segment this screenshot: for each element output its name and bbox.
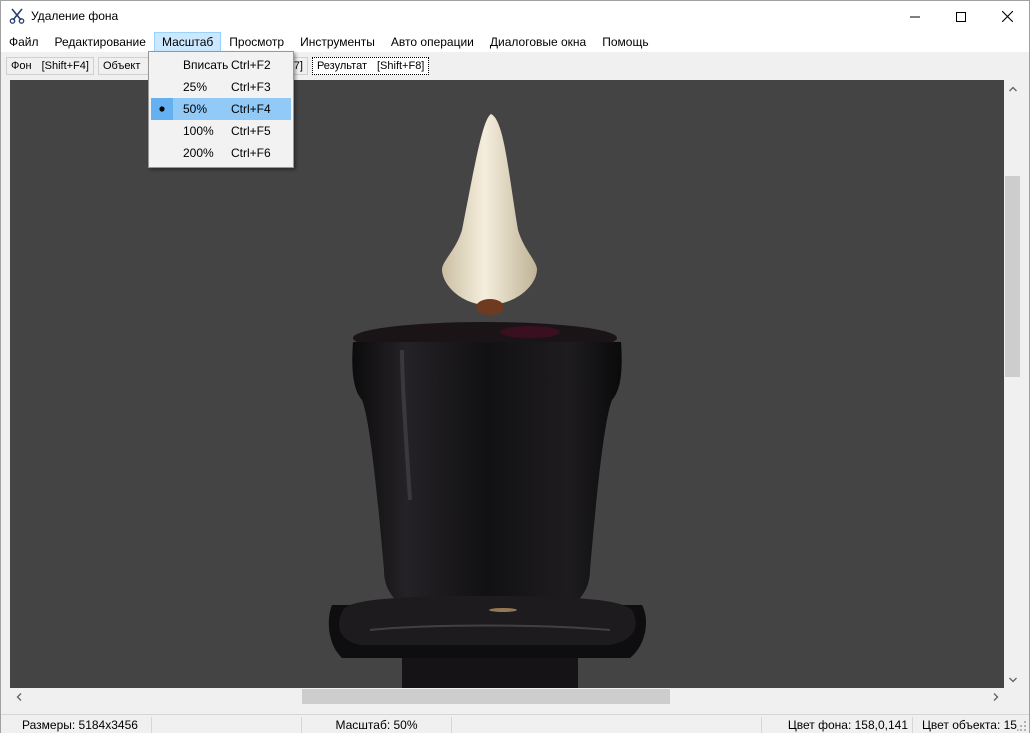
menu-zoom[interactable]: Масштаб	[153, 32, 222, 52]
minimize-button[interactable]	[892, 1, 938, 32]
menu-item-label: Вписать	[183, 58, 229, 72]
menu-item-label: 100%	[183, 124, 214, 138]
chevron-right-icon	[993, 692, 998, 701]
menu-item-label: 50%	[183, 102, 208, 116]
resize-grip-icon[interactable]	[1017, 719, 1027, 731]
horizontal-scroll-thumb[interactable]	[302, 689, 670, 704]
menu-item-shortcut: Ctrl+F4	[231, 102, 271, 116]
tab-shortcut: [Shift+F4]	[41, 60, 89, 72]
tab-shortcut: [Shift+F8]	[376, 60, 425, 72]
menu-auto-operations[interactable]: Авто операции	[383, 32, 482, 52]
menu-item-shortcut: Ctrl+F2	[231, 58, 271, 72]
scroll-down-button[interactable]	[1004, 671, 1021, 688]
zoom-200-item[interactable]: 200% Ctrl+F6	[151, 142, 291, 164]
menu-tools[interactable]: Инструменты	[292, 32, 383, 52]
scroll-left-button[interactable]	[10, 688, 27, 705]
radio-bullet-area	[151, 98, 173, 120]
tab-background[interactable]: Фон [Shift+F4]	[6, 57, 94, 75]
status-obj-color: Цвет объекта: 15	[922, 718, 1017, 732]
menu-item-shortcut: Ctrl+F3	[231, 80, 271, 94]
vertical-scrollbar[interactable]	[1004, 80, 1021, 688]
status-zoom: Масштаб: 50%	[302, 717, 452, 733]
tab-label: Результат	[316, 60, 367, 72]
menu-help[interactable]: Помощь	[594, 32, 656, 52]
zoom-100-item[interactable]: 100% Ctrl+F5	[151, 120, 291, 142]
vertical-scroll-thumb[interactable]	[1005, 176, 1020, 377]
chevron-down-icon	[1008, 677, 1017, 682]
menu-item-shortcut: Ctrl+F5	[231, 124, 271, 138]
radio-bullet-icon	[159, 106, 165, 112]
menu-edit[interactable]: Редактирование	[47, 32, 154, 52]
chevron-left-icon	[16, 692, 21, 701]
scissors-icon	[9, 8, 25, 24]
maximize-button[interactable]	[938, 1, 984, 32]
image-canvas[interactable]	[10, 80, 1004, 688]
zoom-25-item[interactable]: 25% Ctrl+F3	[151, 76, 291, 98]
tab-label: Объект	[102, 60, 141, 72]
scroll-right-button[interactable]	[987, 688, 1004, 705]
menu-view[interactable]: Просмотр	[221, 32, 292, 52]
window-title: Удаление фона	[31, 9, 119, 23]
maximize-icon	[956, 11, 966, 22]
scroll-up-button[interactable]	[1004, 80, 1021, 97]
close-icon	[1001, 11, 1013, 22]
tab-result[interactable]: Результат [Shift+F8]	[311, 57, 430, 75]
menu-dialogs[interactable]: Диалоговые окна	[482, 32, 594, 52]
chevron-up-icon	[1008, 86, 1017, 91]
app-window: Удаление фона Файл Редактирование Масшта…	[0, 0, 1030, 733]
status-image-size: Размеры: 5184x3456	[1, 717, 152, 733]
menu-item-label: 200%	[183, 146, 214, 160]
menu-item-shortcut: Ctrl+F6	[231, 146, 271, 160]
menu-file[interactable]: Файл	[1, 32, 47, 52]
tab-label: Фон	[11, 60, 32, 72]
title-bar: Удаление фона	[1, 1, 1029, 32]
status-bar: Размеры: 5184x3456 Масштаб: 50% Цвет фон…	[1, 714, 1029, 733]
scroll-corner	[1004, 688, 1021, 705]
zoom-fit-item[interactable]: Вписать Ctrl+F2	[151, 54, 291, 76]
menu-bar: Файл Редактирование Масштаб Просмотр Инс…	[1, 32, 1029, 52]
close-button[interactable]	[984, 1, 1030, 32]
zoom-50-item[interactable]: 50% Ctrl+F4	[151, 98, 291, 120]
status-empty-cell	[152, 717, 302, 733]
status-bg-color: Цвет фона: 158,0,141	[761, 717, 913, 733]
zoom-dropdown-menu: Вписать Ctrl+F2 25% Ctrl+F3 50% Ctrl+F4 …	[148, 51, 294, 168]
horizontal-scrollbar[interactable]	[10, 688, 1004, 705]
minimize-icon	[910, 16, 920, 17]
chess-piece-image	[328, 114, 646, 688]
menu-item-label: 25%	[183, 80, 208, 94]
